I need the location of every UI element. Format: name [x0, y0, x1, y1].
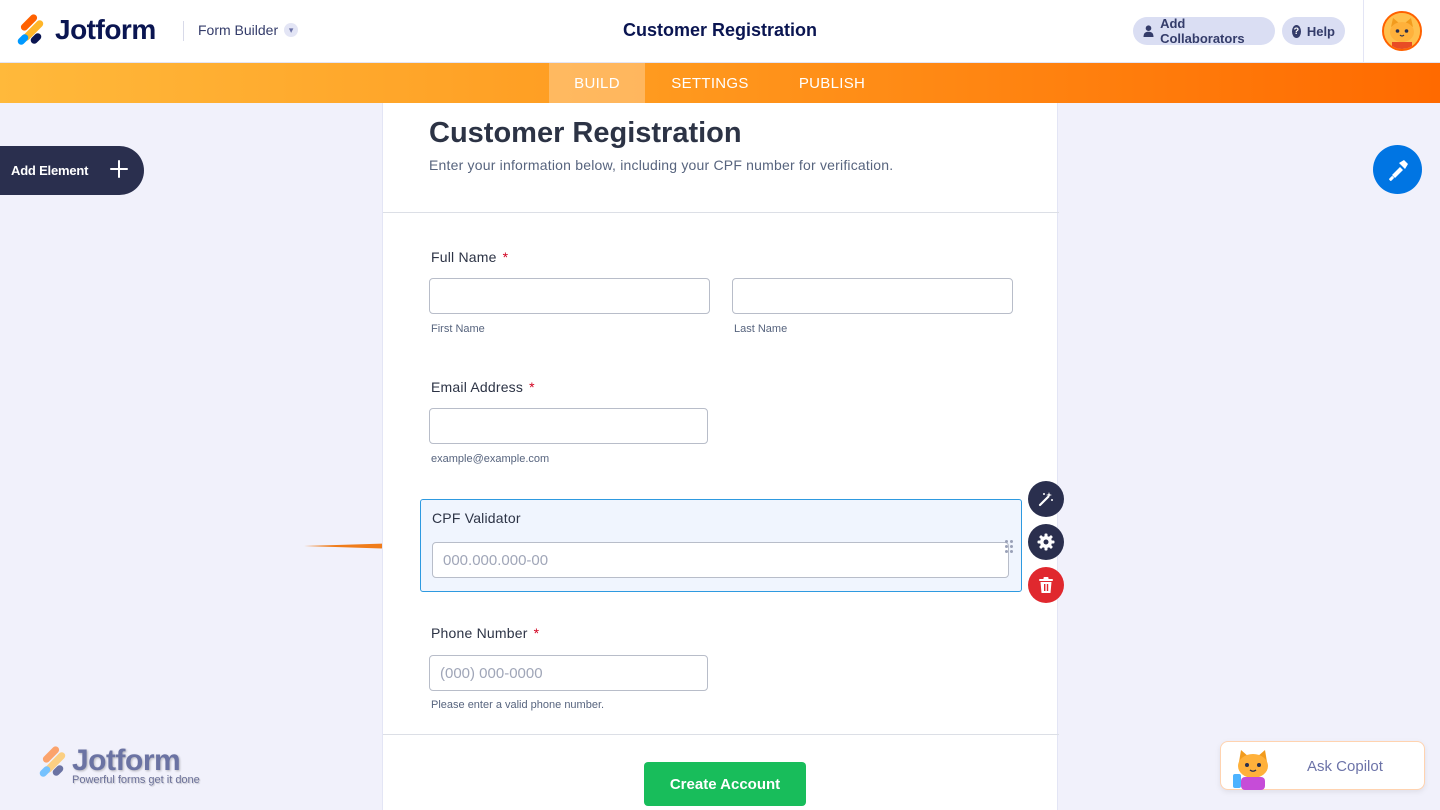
watermark-text: Jotform	[72, 744, 181, 777]
header-separator	[1363, 0, 1364, 63]
full-name-label-text: Full Name	[431, 249, 497, 265]
top-header: Jotform Form Builder ▾ Customer Registra…	[0, 0, 1440, 63]
form-heading[interactable]: Customer Registration	[429, 117, 742, 150]
footer-divider-line	[383, 734, 1059, 735]
paint-roller-icon	[1388, 159, 1408, 181]
cpf-field-selected[interactable]: CPF Validator	[420, 499, 1022, 592]
cpf-input[interactable]	[432, 542, 1009, 578]
add-element-button[interactable]: Add Element	[0, 146, 144, 195]
email-label-text: Email Address	[431, 379, 524, 395]
help-label: Help	[1306, 23, 1335, 39]
trash-icon	[1039, 577, 1053, 593]
tab-build[interactable]: BUILD	[549, 63, 645, 103]
question-icon: ?	[1292, 24, 1301, 38]
field-settings-button[interactable]	[1028, 524, 1064, 560]
phone-label-text: Phone Number	[431, 625, 528, 641]
help-button[interactable]: ? Help	[1282, 17, 1345, 45]
tab-publish[interactable]: PUBLISH	[780, 63, 884, 103]
jotform-watermark: Jotform Powerful forms get it done	[38, 744, 208, 790]
jotform-logo-icon	[16, 12, 45, 47]
chevron-down-icon: ▾	[284, 23, 299, 37]
ask-copilot-label: Ask Copilot	[1307, 758, 1383, 775]
jotform-logo[interactable]: Jotform	[16, 12, 156, 47]
first-name-sublabel: First Name	[431, 323, 485, 335]
required-mark: *	[533, 625, 540, 641]
delete-field-button[interactable]	[1028, 567, 1064, 603]
plus-icon	[108, 158, 130, 180]
form-designer-button[interactable]	[1373, 145, 1422, 194]
header-divider	[183, 21, 184, 41]
email-input[interactable]	[429, 408, 708, 444]
jotform-logo-icon	[38, 744, 70, 780]
required-mark: *	[529, 379, 535, 395]
logo-text: Jotform	[55, 14, 156, 45]
avatar[interactable]	[1382, 11, 1422, 51]
phone-input[interactable]	[429, 655, 708, 691]
add-collaborators-button[interactable]: Add Collaborators	[1133, 16, 1275, 46]
watermark-tagline: Powerful forms get it done	[72, 774, 200, 786]
first-name-input[interactable]	[429, 278, 710, 314]
add-element-label: Add Element	[11, 163, 89, 178]
email-sublabel: example@example.com	[431, 453, 550, 465]
last-name-input[interactable]	[732, 278, 1013, 314]
form-subheading[interactable]: Enter your information below, including …	[429, 157, 893, 173]
copilot-cat-icon	[1233, 750, 1268, 790]
drag-handle-icon[interactable]	[1005, 540, 1013, 554]
magic-wand-icon	[1038, 492, 1053, 507]
form-builder-label: Form Builder	[198, 22, 279, 38]
builder-tabs-bar: BUILD SETTINGS PUBLISH	[0, 63, 1440, 103]
cat-avatar-icon	[1384, 13, 1420, 49]
phone-label[interactable]: Phone Number *	[431, 625, 539, 641]
required-mark: *	[502, 249, 509, 265]
field-wizard-button[interactable]	[1028, 481, 1064, 517]
email-label[interactable]: Email Address *	[431, 379, 535, 395]
form-canvas: Customer Registration Enter your informa…	[382, 103, 1059, 810]
ask-copilot-button[interactable]: Ask Copilot	[1220, 741, 1425, 790]
gear-icon	[1037, 533, 1055, 551]
header-divider-line	[383, 212, 1059, 213]
last-name-sublabel: Last Name	[734, 323, 788, 335]
create-account-button[interactable]: Create Account	[644, 762, 806, 806]
add-collaborators-label: Add Collaborators	[1160, 16, 1245, 46]
form-builder-dropdown[interactable]: Form Builder ▾	[198, 22, 299, 38]
phone-sublabel: Please enter a valid phone number.	[431, 699, 605, 711]
tab-settings[interactable]: SETTINGS	[655, 63, 765, 103]
page-title[interactable]: Customer Registration	[623, 20, 817, 40]
full-name-label[interactable]: Full Name *	[431, 249, 508, 265]
user-icon	[1143, 25, 1154, 37]
cpf-label[interactable]: CPF Validator	[432, 510, 521, 526]
